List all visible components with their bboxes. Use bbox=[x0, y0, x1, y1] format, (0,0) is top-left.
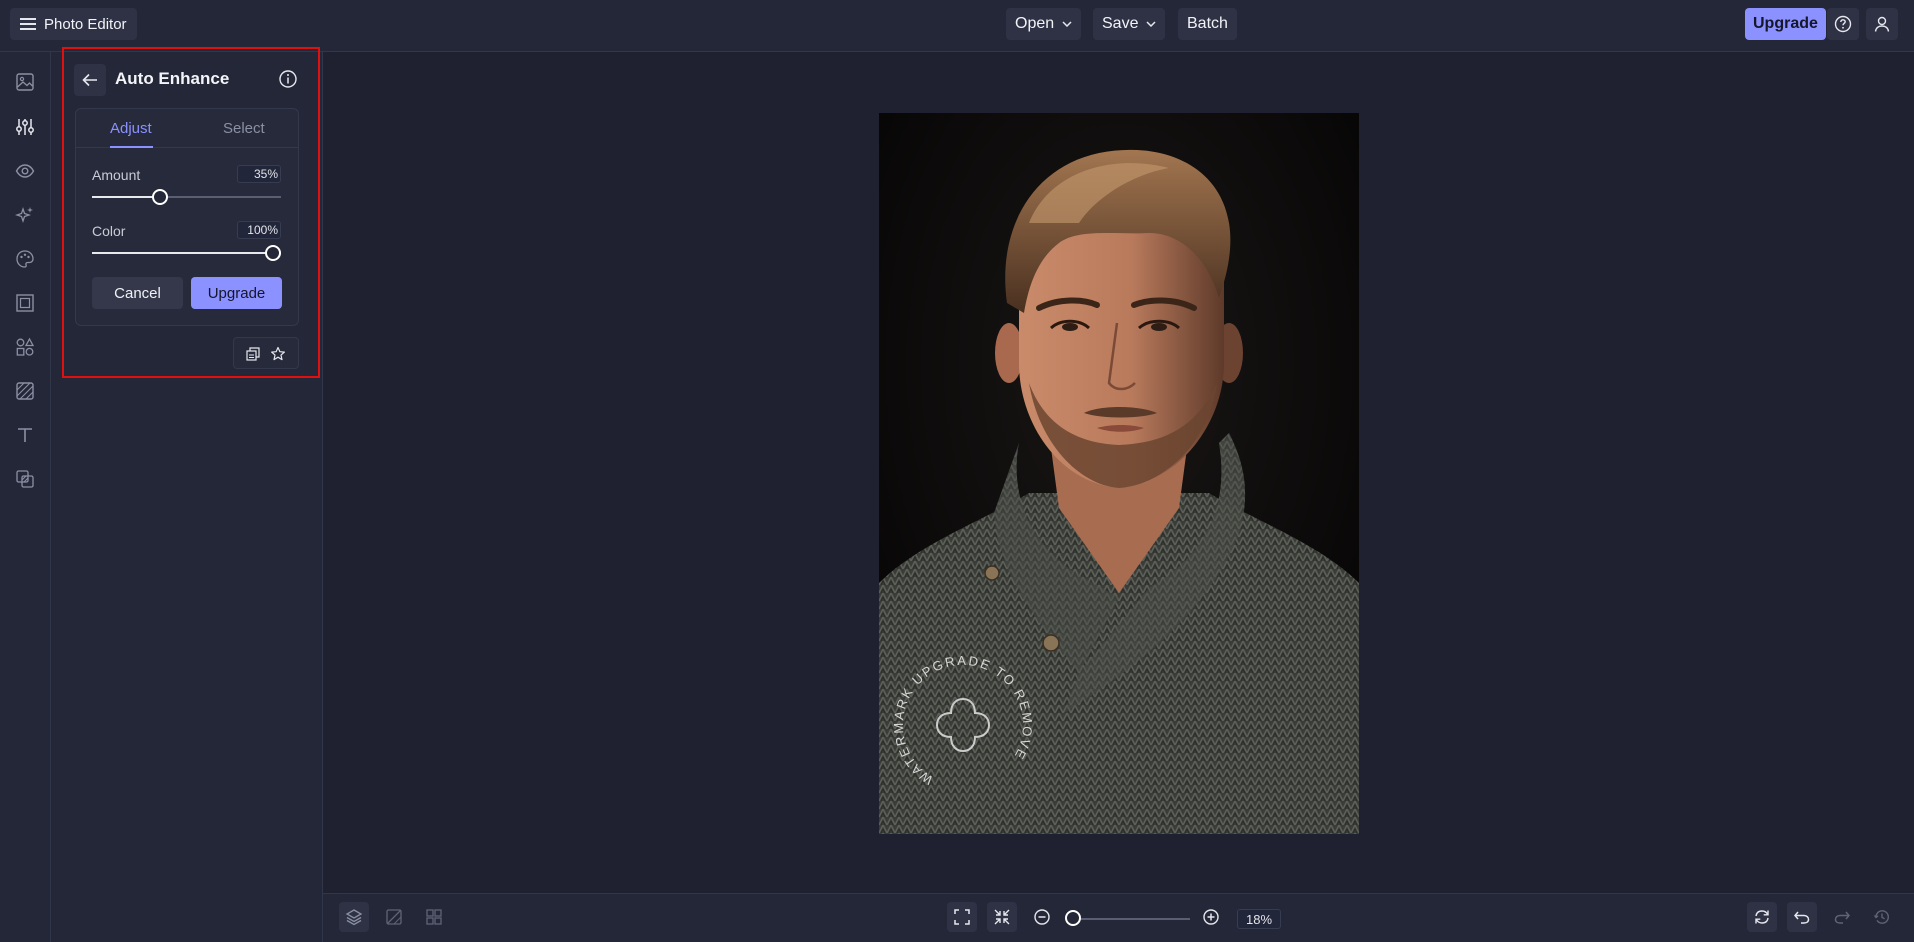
adjustments-icon bbox=[15, 117, 35, 137]
zoom-slider-handle[interactable] bbox=[1065, 910, 1081, 926]
tool-rail bbox=[0, 52, 51, 942]
cancel-button[interactable]: Cancel bbox=[92, 277, 183, 309]
amount-slider-handle[interactable] bbox=[152, 189, 168, 205]
crop-compare-button[interactable] bbox=[379, 902, 409, 932]
fit-screen-button[interactable] bbox=[947, 902, 977, 932]
undo-icon bbox=[1793, 908, 1811, 926]
back-button[interactable] bbox=[74, 64, 106, 96]
color-slider-handle[interactable] bbox=[265, 245, 281, 261]
actual-size-button[interactable] bbox=[987, 902, 1017, 932]
help-icon bbox=[1834, 15, 1852, 33]
grid-icon bbox=[425, 908, 443, 926]
zoom-in-button[interactable] bbox=[1196, 902, 1226, 932]
info-button[interactable] bbox=[278, 69, 298, 89]
rail-text-button[interactable] bbox=[10, 420, 40, 450]
rail-image-button[interactable] bbox=[10, 67, 40, 97]
overlay-icon bbox=[15, 469, 35, 489]
active-tab-indicator bbox=[110, 146, 153, 148]
rail-view-button[interactable] bbox=[10, 156, 40, 186]
refresh-icon bbox=[1753, 908, 1771, 926]
tab-adjust[interactable]: Adjust bbox=[110, 120, 152, 137]
amount-value-field[interactable]: 35% bbox=[237, 165, 281, 183]
sparkle-effects-icon bbox=[15, 205, 35, 225]
user-icon bbox=[1873, 15, 1891, 33]
save-menu-button[interactable]: Save bbox=[1093, 8, 1166, 40]
preset-tools bbox=[233, 337, 299, 369]
photo-canvas[interactable]: WATERMARK UPGRADE TO REMOVE bbox=[879, 113, 1359, 834]
color-slider-track[interactable] bbox=[92, 252, 281, 254]
shrink-icon bbox=[993, 908, 1011, 926]
app-title: Photo Editor bbox=[44, 15, 127, 33]
info-icon bbox=[278, 69, 298, 89]
app-menu-button[interactable]: Photo Editor bbox=[10, 8, 137, 40]
star-icon bbox=[270, 346, 286, 362]
redo-icon bbox=[1833, 908, 1851, 926]
amount-slider-track[interactable] bbox=[92, 196, 281, 198]
reset-button[interactable] bbox=[1747, 902, 1777, 932]
expand-icon bbox=[953, 908, 971, 926]
color-label: Color bbox=[92, 223, 126, 239]
rail-touchup-button[interactable] bbox=[10, 244, 40, 274]
rail-adjustments-button[interactable] bbox=[10, 112, 40, 142]
color-slider-fill bbox=[92, 252, 281, 254]
panel-tabs: Adjust Select bbox=[75, 108, 299, 148]
rail-textures-button[interactable] bbox=[10, 376, 40, 406]
rail-graphics-button[interactable] bbox=[10, 332, 40, 362]
open-menu-button[interactable]: Open bbox=[1006, 8, 1082, 40]
shapes-icon bbox=[15, 337, 35, 357]
batch-label: Batch bbox=[1187, 15, 1228, 32]
texture-icon bbox=[15, 381, 35, 401]
hamburger-menu-icon bbox=[20, 17, 36, 31]
layers-icon bbox=[345, 908, 363, 926]
amount-label: Amount bbox=[92, 167, 141, 183]
favorite-button[interactable] bbox=[269, 345, 287, 363]
text-icon bbox=[15, 425, 35, 445]
brush-palette-icon bbox=[15, 249, 35, 269]
zoom-level-field[interactable]: 18% bbox=[1237, 909, 1281, 929]
rail-overlays-button[interactable] bbox=[10, 464, 40, 494]
grid-view-button[interactable] bbox=[419, 902, 449, 932]
header-upgrade-label: Upgrade bbox=[1753, 15, 1818, 32]
compare-button[interactable] bbox=[244, 345, 262, 363]
color-value-field[interactable]: 100% bbox=[237, 221, 281, 239]
plus-circle-icon bbox=[1202, 908, 1220, 926]
batch-button[interactable]: Batch bbox=[1178, 8, 1237, 40]
history-button[interactable] bbox=[1867, 902, 1897, 932]
save-menu-label: Save bbox=[1102, 15, 1139, 32]
history-icon bbox=[1873, 908, 1891, 926]
account-button[interactable] bbox=[1866, 8, 1898, 40]
rail-frames-button[interactable] bbox=[10, 288, 40, 318]
minus-circle-icon bbox=[1033, 908, 1051, 926]
amount-slider-fill bbox=[92, 196, 160, 198]
chevron-down-icon bbox=[1146, 21, 1156, 27]
zoom-slider-track[interactable] bbox=[1070, 918, 1190, 920]
tab-select[interactable]: Select bbox=[223, 120, 265, 137]
compare-icon bbox=[385, 908, 403, 926]
redo-button[interactable] bbox=[1827, 902, 1857, 932]
arrow-left-icon bbox=[82, 73, 98, 87]
help-button[interactable] bbox=[1827, 8, 1859, 40]
frame-icon bbox=[15, 293, 35, 313]
open-menu-label: Open bbox=[1015, 15, 1055, 32]
undo-button[interactable] bbox=[1787, 902, 1817, 932]
chevron-down-icon bbox=[1062, 21, 1072, 27]
copy-layers-icon bbox=[245, 346, 261, 362]
header-upgrade-button[interactable]: Upgrade bbox=[1745, 8, 1826, 40]
top-bar: Photo Editor Open Save Batch Upgrade bbox=[0, 0, 1914, 52]
zoom-out-button[interactable] bbox=[1027, 902, 1057, 932]
rail-effects-button[interactable] bbox=[10, 200, 40, 230]
upgrade-button[interactable]: Upgrade bbox=[191, 277, 282, 309]
layers-button[interactable] bbox=[339, 902, 369, 932]
image-icon bbox=[15, 72, 35, 92]
panel-title: Auto Enhance bbox=[115, 69, 230, 88]
eye-icon bbox=[15, 161, 35, 181]
